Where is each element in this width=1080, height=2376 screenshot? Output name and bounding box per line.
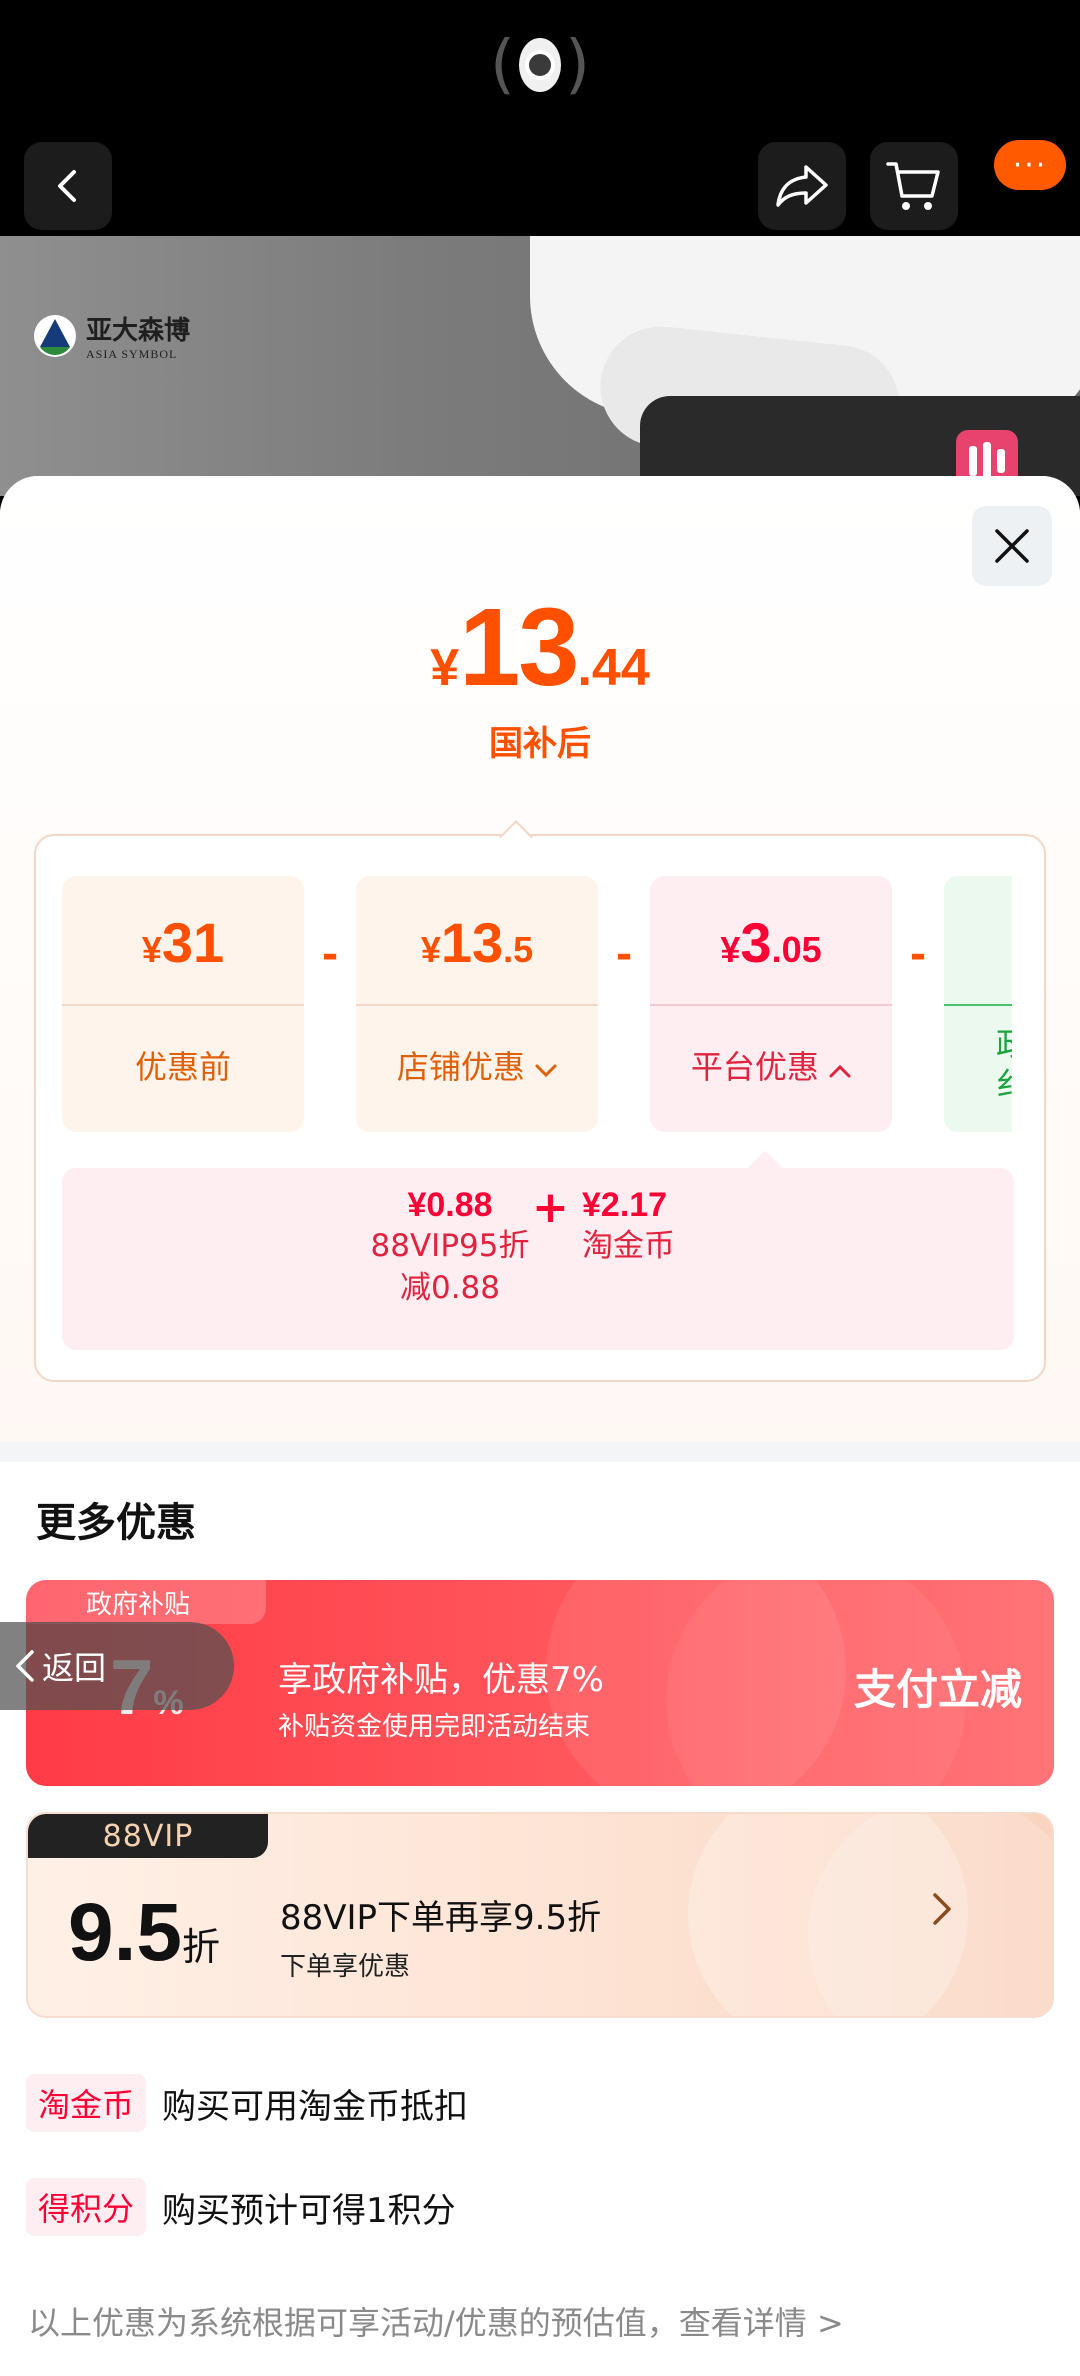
vip-discount-rate: 9.5折 bbox=[68, 1886, 220, 1980]
card-label: 优惠前 bbox=[134, 1048, 231, 1086]
back-button[interactable] bbox=[24, 142, 112, 230]
price-currency: ¥ bbox=[430, 639, 460, 697]
card-divider bbox=[944, 1004, 1012, 1006]
card-label: 店铺优惠 bbox=[396, 1048, 525, 1086]
vip-subline: 下单享优惠 bbox=[280, 1952, 411, 1982]
vip-discount-amount: ¥0.88 bbox=[407, 1186, 493, 1224]
vip-discount-desc: 88VIP95折 bbox=[370, 1228, 530, 1264]
platform-discount-detail: ¥0.88 88VIP95折 减0.88 + ¥2.17 淘金币 bbox=[62, 1168, 1014, 1350]
taojinbi-row: 淘金币 购买可用淘金币抵扣 bbox=[26, 2074, 468, 2132]
vip-discount-rate-value: 9.5 bbox=[68, 1887, 182, 1978]
price-caption: 国补后 bbox=[489, 724, 591, 764]
decor-circle bbox=[808, 1814, 1052, 2016]
taojinbi-amount: ¥2.17 bbox=[582, 1186, 668, 1224]
points-row: 得积分 购买预计可得1积分 bbox=[26, 2178, 456, 2236]
minus-sign: - bbox=[615, 932, 633, 978]
vip-discount-item: ¥0.88 88VIP95折 减0.88 bbox=[350, 1186, 550, 1309]
back-overlay-button[interactable]: 返回 bbox=[0, 1622, 234, 1710]
chevron-up-icon bbox=[829, 1064, 851, 1078]
card-integer: 13 bbox=[440, 911, 504, 974]
points-text: 购买预计可得1积分 bbox=[162, 2190, 456, 2231]
vip-discount-desc2: 减0.88 bbox=[399, 1270, 501, 1306]
vip-promo[interactable]: 88VIP 9.5折 88VIP下单再享9.5折 下单享优惠 bbox=[26, 1812, 1054, 2018]
card-integer: 31 bbox=[161, 911, 225, 974]
close-icon bbox=[995, 529, 1029, 563]
gov-subsidy-tag: 政府补贴 bbox=[26, 1580, 266, 1624]
card-value: ¥13.5 bbox=[356, 910, 598, 975]
cart-button[interactable] bbox=[870, 142, 958, 230]
gov-subsidy-headline: 享政府补贴，优惠7% bbox=[278, 1660, 604, 1700]
gov-subsidy-subline: 补贴资金使用完即活动结束 bbox=[278, 1712, 591, 1742]
card-divider bbox=[356, 1004, 598, 1006]
top-bar: ( ) ··· bbox=[0, 0, 1080, 236]
card-value: ¥3.05 bbox=[650, 910, 892, 975]
shop-avatar-area[interactable]: ( ) bbox=[490, 30, 590, 100]
gov-subsidy-action: 支付立减 bbox=[853, 1665, 1022, 1714]
card-currency: ¥ bbox=[720, 929, 741, 970]
card-currency: ¥ bbox=[141, 929, 162, 970]
card-platform-discount[interactable]: ¥3.05 平台优惠 bbox=[650, 876, 892, 1132]
chevron-left-icon bbox=[58, 170, 76, 202]
back-overlay-label: 返回 bbox=[42, 1649, 107, 1687]
card-divider bbox=[62, 1004, 304, 1006]
card-label-row: 店铺优惠 bbox=[356, 1042, 598, 1088]
brand-name-cn: 亚大森博 bbox=[86, 316, 191, 346]
price-integer: 13 bbox=[459, 586, 579, 709]
card-decimal: .5 bbox=[503, 929, 534, 970]
details-link[interactable]: 以上优惠为系统根据可享活动/优惠的预估值，查看详情 > bbox=[28, 2298, 844, 2344]
card-currency: ¥ bbox=[420, 929, 441, 970]
card-integer: 3 bbox=[740, 911, 772, 974]
price-decimal: .44 bbox=[577, 639, 650, 697]
more-menu-button[interactable]: ··· bbox=[994, 140, 1066, 190]
vip-headline: 88VIP下单再享9.5折 bbox=[280, 1898, 602, 1938]
taojinbi-item: ¥2.17 淘金币 bbox=[582, 1186, 742, 1267]
section-divider bbox=[0, 1442, 1080, 1462]
share-icon bbox=[776, 165, 828, 207]
more-discounts-title: 更多优惠 bbox=[36, 1500, 196, 1546]
discount-sheet: ¥13.44 国补后 ¥31 优惠前 - ¥13.5 店铺优惠 - ¥3.05 … bbox=[0, 476, 1080, 2376]
card-divider bbox=[650, 1004, 892, 1006]
brand-logo-icon bbox=[34, 315, 76, 357]
avatar[interactable] bbox=[518, 38, 562, 92]
chevron-right-icon bbox=[933, 1893, 951, 1925]
card-original-price: ¥31 优惠前 bbox=[62, 876, 304, 1132]
cart-icon bbox=[886, 162, 940, 210]
brand-name-en: ASIA SYMBOL bbox=[86, 347, 178, 361]
paren-left: ( bbox=[490, 28, 515, 102]
chevron-left-icon bbox=[16, 1650, 34, 1682]
avatar-face bbox=[525, 50, 555, 80]
card-gov-subsidy[interactable]: 政 纟 bbox=[944, 876, 1012, 1132]
chevron-down-icon bbox=[535, 1064, 557, 1078]
taojinbi-text: 购买可用淘金币抵扣 bbox=[162, 2086, 469, 2127]
card-store-discount[interactable]: ¥13.5 店铺优惠 bbox=[356, 876, 598, 1132]
plus-sign: + bbox=[532, 1182, 569, 1233]
card-value: ¥31 bbox=[62, 910, 304, 975]
points-chip: 得积分 bbox=[26, 2178, 147, 2236]
minus-sign: - bbox=[321, 932, 339, 978]
minus-sign: - bbox=[909, 932, 927, 978]
paren-right: ) bbox=[565, 28, 590, 102]
taojinbi-chip: 淘金币 bbox=[26, 2074, 147, 2132]
share-button[interactable] bbox=[758, 142, 846, 230]
card-label: 平台优惠 bbox=[690, 1048, 819, 1086]
card-decimal: .05 bbox=[771, 929, 822, 970]
close-button[interactable] bbox=[972, 506, 1052, 586]
final-price: ¥13.44 bbox=[0, 584, 1080, 711]
vip-tag: 88VIP bbox=[28, 1814, 268, 1858]
product-photo: 亚大森博 ASIA SYMBOL bbox=[0, 236, 1080, 496]
breakdown-cards: ¥31 优惠前 - ¥13.5 店铺优惠 - ¥3.05 平台优惠 - 政 纟 bbox=[62, 876, 1012, 1132]
card-label: 政 纟 bbox=[944, 1024, 1012, 1104]
more-menu-label: ··· bbox=[1012, 147, 1048, 183]
vip-discount-rate-unit: 折 bbox=[182, 1927, 221, 1969]
taojinbi-desc: 淘金币 bbox=[582, 1228, 675, 1264]
brand-logo: 亚大森博 ASIA SYMBOL bbox=[32, 310, 190, 362]
card-label-row: 平台优惠 bbox=[650, 1042, 892, 1088]
